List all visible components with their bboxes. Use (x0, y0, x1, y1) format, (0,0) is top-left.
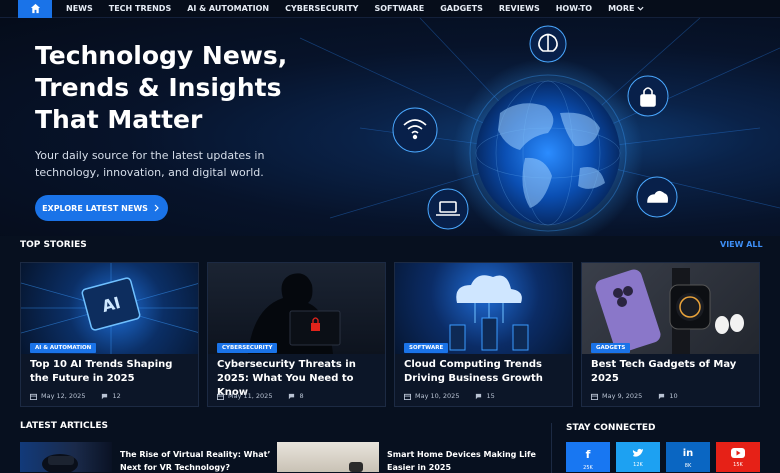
story-comments: 8 (299, 392, 304, 400)
stay-connected-heading: STAY CONNECTED (566, 423, 656, 433)
story-meta: May 9, 2025 10 (591, 392, 678, 400)
hacker-image (208, 263, 385, 354)
story-card[interactable]: CYBERSECURITY Cybersecurity Threats in 2… (207, 262, 386, 407)
comment-icon (476, 393, 482, 399)
story-comments: 15 (486, 392, 495, 400)
story-meta: May 10, 2025 15 (404, 392, 495, 400)
linkedin-count: 8K (684, 463, 692, 469)
nav-more[interactable]: MORE (608, 4, 644, 13)
youtube-count: 15K (733, 462, 743, 468)
facebook-icon: f (585, 448, 591, 461)
story-title[interactable]: Top 10 AI Trends Shaping the Future in 2… (30, 358, 194, 386)
top-nav: NEWS TECH TRENDS AI & AUTOMATION CYBERSE… (0, 0, 780, 18)
twitter-count: 12K (633, 462, 643, 468)
calendar-icon (591, 393, 598, 400)
story-date: May 11, 2025 (228, 392, 273, 400)
ai-chip-image: AI (21, 263, 198, 354)
category-badge[interactable]: SOFTWARE (404, 343, 449, 353)
calendar-icon (404, 393, 411, 400)
facebook-count: 25K (583, 465, 593, 471)
nav-how-to[interactable]: HOW-TO (556, 4, 592, 13)
story-card[interactable]: SOFTWARE Cloud Computing Trends Driving … (394, 262, 573, 407)
category-badge[interactable]: AI & AUTOMATION (30, 343, 97, 353)
nav-gadgets[interactable]: GADGETS (440, 4, 483, 13)
story-card[interactable]: GADGETS Best Tech Gadgets of May 2025 Ma… (581, 262, 760, 407)
story-meta: May 11, 2025 8 (217, 392, 304, 400)
nav-news[interactable]: NEWS (66, 4, 93, 13)
nav-software[interactable]: SOFTWARE (374, 4, 424, 13)
youtube-button[interactable]: 15K (716, 442, 760, 472)
explore-latest-news-button[interactable]: EXPLORE LATEST NEWS (35, 195, 168, 221)
comment-icon (659, 393, 665, 399)
story-comments: 12 (112, 392, 121, 400)
home-icon (30, 3, 40, 14)
twitter-button[interactable]: 12K (616, 442, 660, 472)
view-all-link[interactable]: VIEW ALL (720, 240, 763, 249)
arrow-right-icon (154, 204, 159, 212)
explore-button-label: EXPLORE LATEST NEWS (42, 203, 148, 213)
nav-more-label: MORE (608, 4, 635, 13)
comment-icon (102, 393, 108, 399)
smart-home-thumbnail (277, 442, 379, 472)
nav-tech-trends[interactable]: TECH TRENDS (109, 4, 171, 13)
cloud-computing-image (395, 263, 572, 354)
sidebar-divider (551, 423, 552, 473)
nav-cybersecurity[interactable]: CYBERSECURITY (285, 4, 358, 13)
hero-subtitle: Your daily source for the latest updates… (35, 149, 265, 179)
top-stories-heading: TOP STORIES (20, 240, 87, 250)
article-item[interactable]: Smart Home Devices Making Life Easier in… (277, 442, 542, 472)
category-badge[interactable]: CYBERSECURITY (217, 343, 278, 353)
hero-title: Technology News, Trends & Insights That … (35, 41, 288, 134)
twitter-icon (632, 448, 643, 457)
linkedin-icon: in (682, 448, 694, 459)
facebook-button[interactable]: f 25K (566, 442, 610, 472)
calendar-icon (30, 393, 37, 400)
story-date: May 9, 2025 (602, 392, 643, 400)
article-title[interactable]: The Rise of Virtual Reality: What’s Next… (120, 448, 270, 472)
gadgets-image (582, 263, 759, 354)
story-card[interactable]: AI AI & AUTOMATION Top 10 AI Trends Shap… (20, 262, 199, 407)
vr-thumbnail (20, 442, 112, 472)
story-comments: 10 (669, 392, 678, 400)
hero-banner: Technology News, Trends & Insights That … (0, 18, 780, 236)
article-title[interactable]: Smart Home Devices Making Life Easier in… (387, 448, 542, 472)
linkedin-button[interactable]: in 8K (666, 442, 710, 472)
chevron-down-icon (637, 6, 644, 11)
nav-reviews[interactable]: REVIEWS (499, 4, 540, 13)
story-date: May 10, 2025 (415, 392, 460, 400)
youtube-icon (731, 448, 745, 458)
calendar-icon (217, 393, 224, 400)
nav-ai-automation[interactable]: AI & AUTOMATION (187, 4, 269, 13)
story-date: May 12, 2025 (41, 392, 86, 400)
home-button[interactable] (18, 0, 52, 18)
latest-articles-heading: LATEST ARTICLES (20, 421, 108, 431)
story-title[interactable]: Best Tech Gadgets of May 2025 (591, 358, 755, 386)
story-title[interactable]: Cloud Computing Trends Driving Business … (404, 358, 568, 386)
article-item[interactable]: The Rise of Virtual Reality: What’s Next… (20, 442, 270, 472)
category-badge[interactable]: GADGETS (591, 343, 631, 353)
story-meta: May 12, 2025 12 (30, 392, 121, 400)
comment-icon (289, 393, 295, 399)
